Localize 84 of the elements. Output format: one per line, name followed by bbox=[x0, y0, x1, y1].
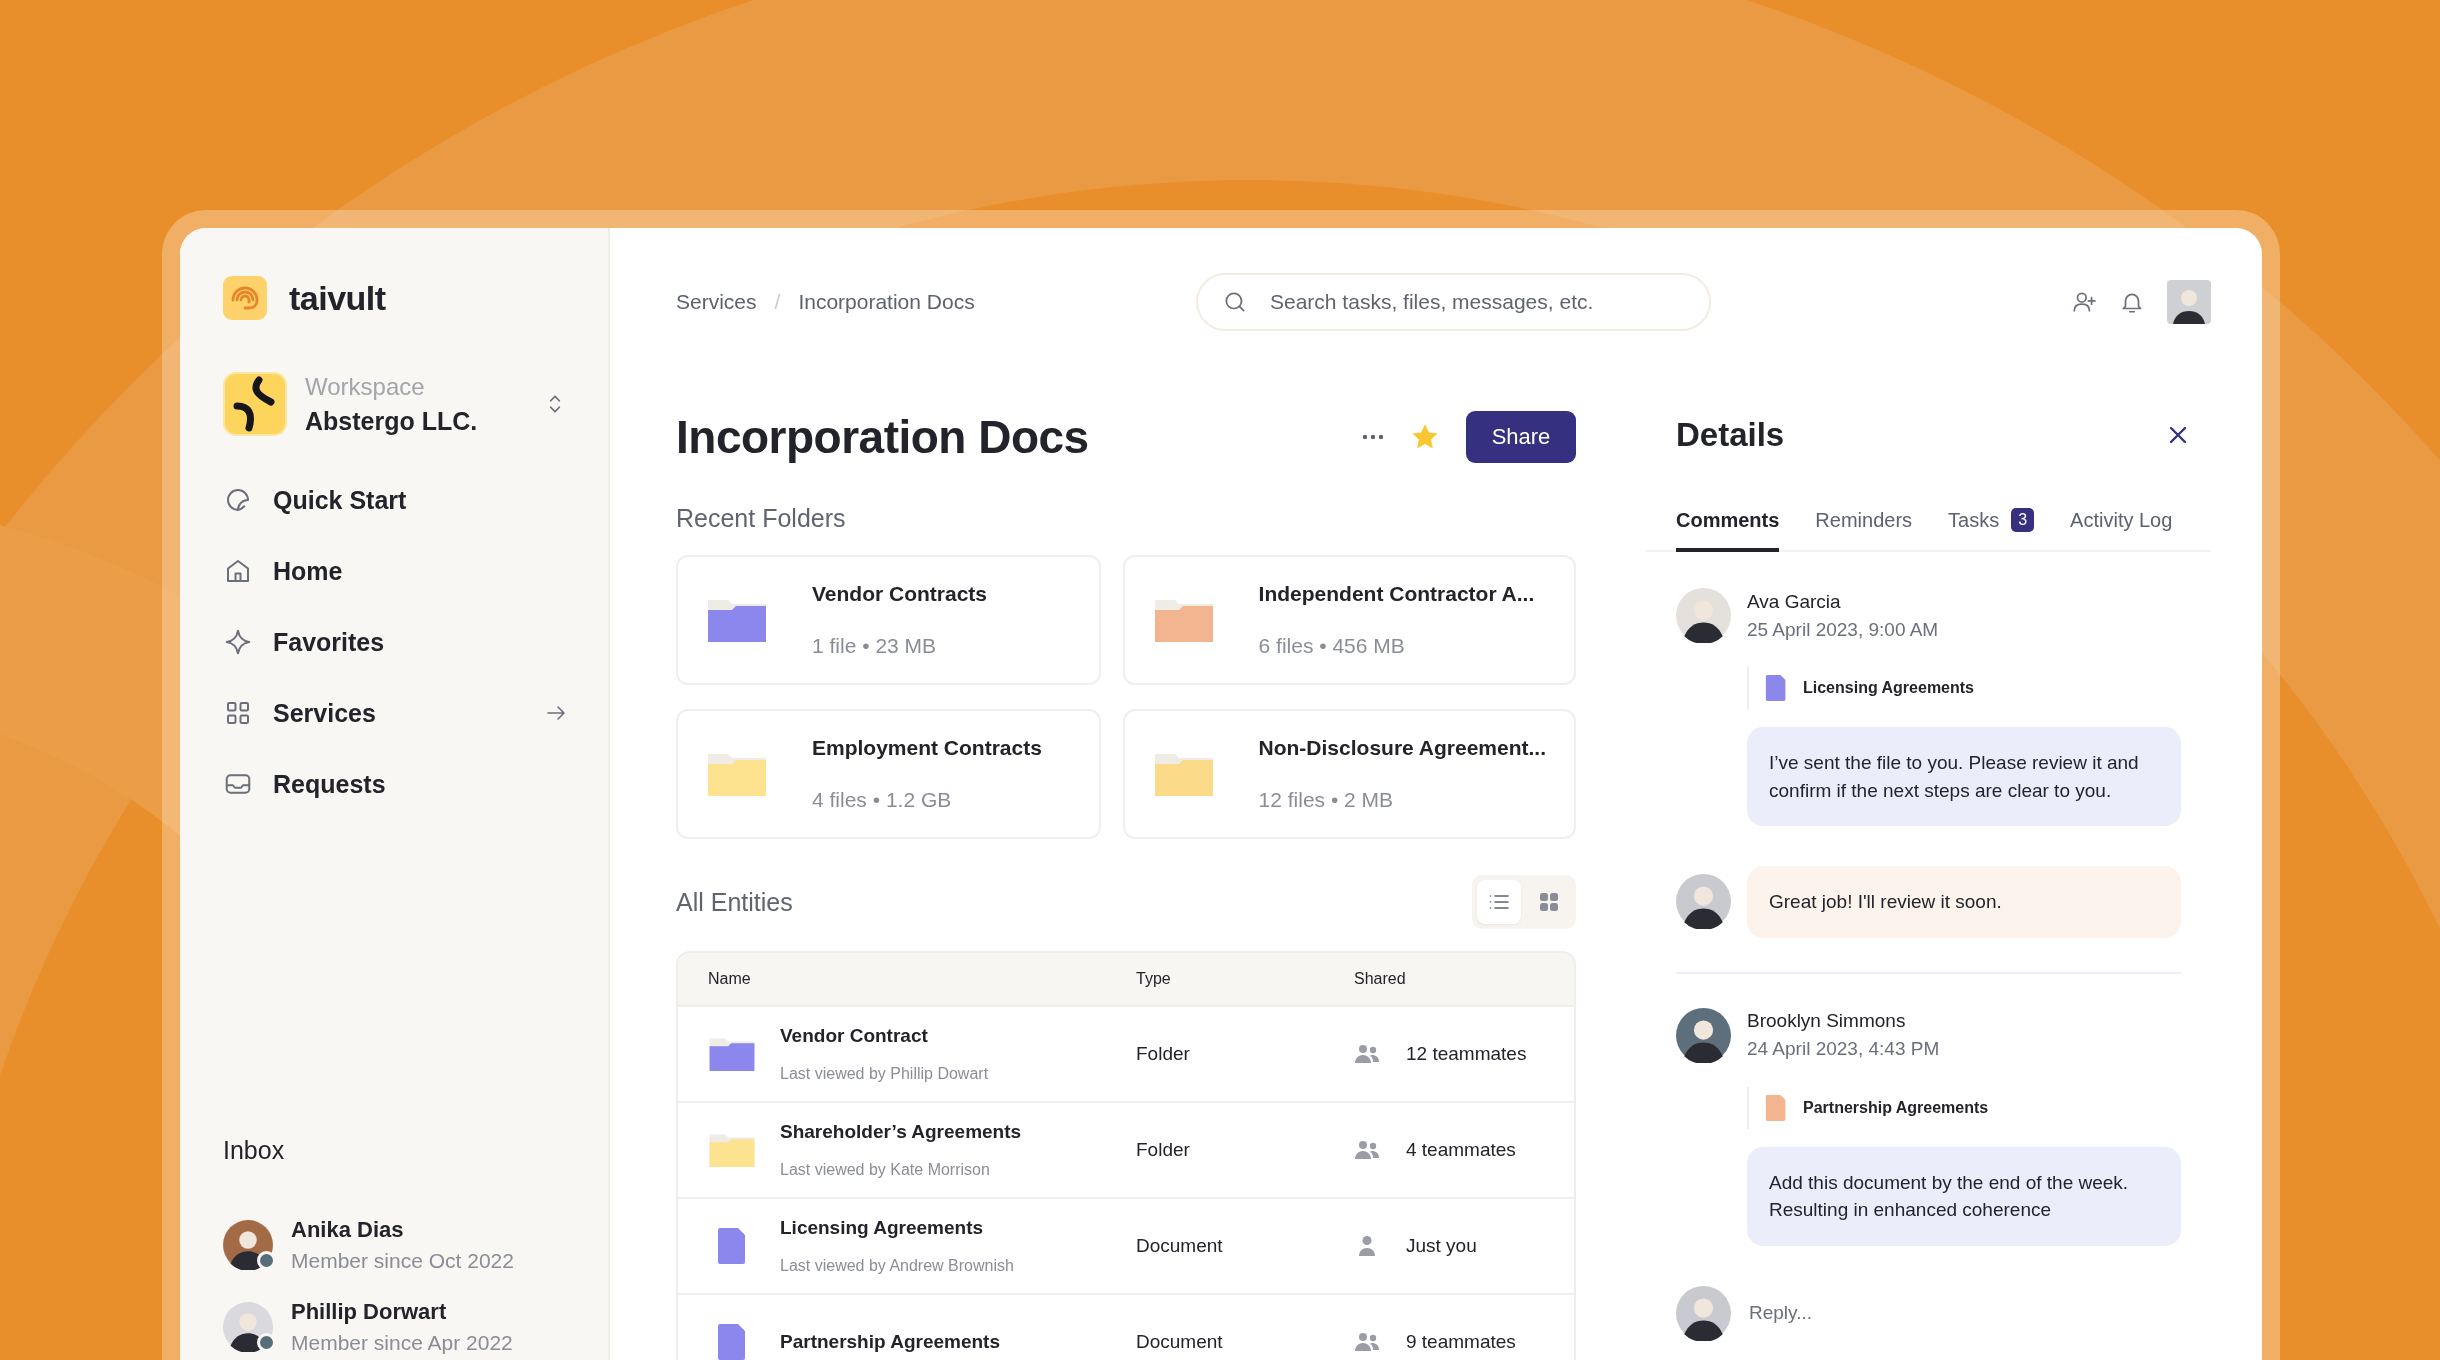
column-header: Shared bbox=[1354, 970, 1407, 988]
folder-meta: 1 file • 23 MB bbox=[812, 634, 938, 658]
column-header: Name bbox=[707, 970, 752, 988]
nav-item[interactable]: Quick Start bbox=[223, 478, 568, 522]
nav-item[interactable]: Favorites bbox=[223, 620, 568, 664]
avatar bbox=[223, 1302, 273, 1352]
shared-with: 4 teammates bbox=[1406, 1139, 1516, 1161]
avatar bbox=[1676, 588, 1731, 643]
details-title: Details bbox=[1676, 416, 1785, 454]
shared-with: Just you bbox=[1406, 1235, 1477, 1257]
comment-time: 24 April 2023, 4:43 PM bbox=[1747, 1038, 1941, 1061]
logo-icon bbox=[223, 276, 267, 320]
more-button[interactable] bbox=[1362, 434, 1384, 440]
folder-card[interactable]: Employment Contracts 4 files • 1.2 GB bbox=[676, 709, 1101, 839]
entity-name[interactable]: Vendor Contract bbox=[780, 1025, 989, 1047]
breadcrumb[interactable]: Incorporation Docs bbox=[798, 290, 975, 314]
comment-author: Brooklyn Simmons bbox=[1747, 1010, 1907, 1033]
folder-name: Vendor Contracts bbox=[812, 582, 988, 606]
entity-name[interactable]: Partnership Agreements bbox=[780, 1331, 1000, 1353]
list-view-button[interactable] bbox=[1477, 880, 1521, 924]
member-since: Member since Oct 2022 bbox=[291, 1249, 514, 1273]
entity-type: Document bbox=[1136, 1235, 1224, 1257]
inbox-heading: Inbox bbox=[223, 1136, 286, 1165]
avatar bbox=[1676, 1285, 1731, 1341]
folder-name: Employment Contracts bbox=[812, 736, 1042, 760]
section-heading: All Entities bbox=[676, 887, 794, 917]
reply-field[interactable]: Reply... bbox=[1747, 1301, 2181, 1326]
member-since: Member since Apr 2022 bbox=[291, 1331, 513, 1355]
avatar bbox=[1676, 1007, 1731, 1063]
close-button[interactable] bbox=[2167, 424, 2189, 446]
last-viewed: Last viewed by Phillip Dowart bbox=[780, 1065, 989, 1083]
avatar bbox=[1676, 874, 1731, 930]
folder-meta: 6 files • 456 MB bbox=[1258, 634, 1406, 658]
sparkle-icon bbox=[223, 627, 253, 657]
workspace-logo-icon bbox=[223, 372, 287, 436]
column-header: Type bbox=[1136, 970, 1172, 988]
section-heading: Recent Folders bbox=[676, 504, 847, 533]
count-badge: 3 bbox=[2011, 508, 2035, 532]
nav-item[interactable]: Requests bbox=[223, 762, 568, 806]
brand-name: taivult bbox=[289, 278, 386, 318]
reply-message: Great job! I'll review it soon. bbox=[1747, 866, 2181, 938]
tab[interactable]: Tasks 3 bbox=[1948, 508, 2035, 552]
tab[interactable]: Activity Log bbox=[2070, 508, 2173, 552]
people-icon bbox=[1354, 1043, 1380, 1065]
comment-author: Ava Garcia bbox=[1747, 590, 1842, 613]
folder-name: Non-Disclosure Agreement... bbox=[1258, 736, 1546, 760]
entity-type: Folder bbox=[1136, 1139, 1191, 1161]
people-icon bbox=[1354, 1331, 1380, 1353]
entity-name[interactable]: Licensing Agreements bbox=[780, 1217, 1014, 1239]
attachment-name[interactable]: Partnership Agreements bbox=[1803, 1098, 1989, 1117]
folder-card[interactable]: Independent Contractor A... 6 files • 456 MB bbox=[1122, 555, 1576, 685]
workspace-switcher[interactable]: Workspace Abstergo LLC. bbox=[223, 372, 568, 436]
folder-card[interactable]: Non-Disclosure Agreement... 12 files • 2 MB bbox=[1122, 709, 1576, 839]
folder-meta: 4 files • 1.2 GB bbox=[812, 788, 953, 812]
comment-message: Add this document by the end of the week. Resulting in enhanced coherence bbox=[1747, 1146, 2181, 1246]
nav-item[interactable]: Services bbox=[223, 691, 568, 735]
search-field[interactable]: Search tasks, files, messages, etc. bbox=[1268, 289, 1685, 315]
comment-message: I’ve sent the file to you. Please review it and confirm if the next steps are clear to you. bbox=[1747, 727, 2181, 827]
user-name[interactable]: Phillip Dorwart bbox=[291, 1299, 513, 1325]
tab[interactable]: Reminders bbox=[1815, 508, 1913, 552]
entity-name[interactable]: Shareholder’s Agreements bbox=[780, 1121, 1022, 1143]
search-bar[interactable]: Search tasks, files, messages, etc. bbox=[1196, 273, 1711, 331]
avatar bbox=[223, 1220, 273, 1270]
user-name[interactable]: Anika Dias bbox=[291, 1217, 514, 1243]
last-viewed: Last viewed by Andrew Brownish bbox=[780, 1257, 1014, 1275]
page-title: Incorporation Docs bbox=[676, 410, 1090, 464]
entity-type: Document bbox=[1136, 1331, 1224, 1353]
folder-card[interactable]: Vendor Contracts 1 file • 23 MB bbox=[676, 555, 1101, 685]
breadcrumb-separator: / bbox=[774, 290, 781, 314]
people-icon bbox=[1354, 1139, 1380, 1161]
shared-with: 12 teammates bbox=[1406, 1043, 1527, 1065]
shared-with: 9 teammates bbox=[1406, 1331, 1516, 1353]
breadcrumb[interactable]: Services bbox=[676, 290, 757, 314]
profile-avatar[interactable] bbox=[2167, 280, 2211, 324]
attachment-name[interactable]: Licensing Agreements bbox=[1803, 679, 1974, 697]
last-viewed: Last viewed by Kate Morrison bbox=[780, 1161, 991, 1179]
folder-meta: 12 files • 2 MB bbox=[1258, 788, 1395, 812]
tab[interactable]: Comments bbox=[1676, 508, 1780, 552]
comment-time: 25 April 2023, 9:00 AM bbox=[1747, 618, 1940, 641]
nav-item[interactable]: Home bbox=[223, 549, 568, 593]
entity-type: Folder bbox=[1136, 1043, 1191, 1065]
share-button[interactable]: Share bbox=[1466, 411, 1576, 463]
folder-name: Independent Contractor A... bbox=[1258, 582, 1535, 606]
grid-icon bbox=[1537, 890, 1561, 914]
